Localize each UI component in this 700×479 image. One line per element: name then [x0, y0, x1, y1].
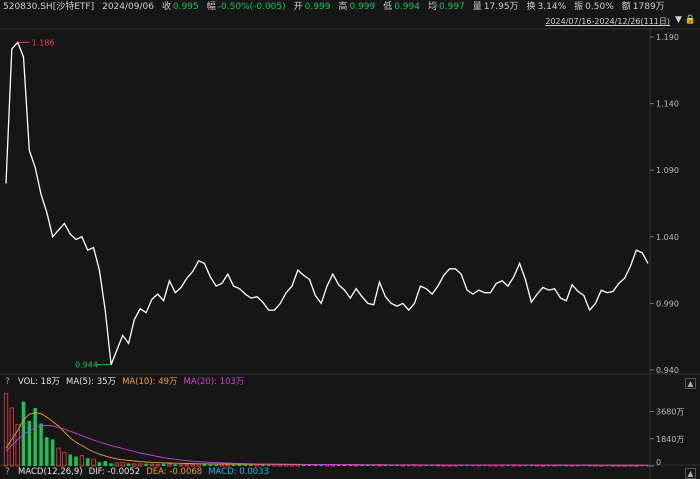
y-tick-label: 1.190 [656, 33, 679, 42]
volume-bar [27, 420, 32, 466]
volume-bar [45, 437, 49, 466]
expand-icon[interactable]: ▲ [685, 468, 696, 479]
ma10-label: MA(10): 49万 [122, 377, 178, 387]
chart-canvas[interactable]: 1.190 1.140 1.090 1.040 0.990 0.940 1.186 0.944… [0, 0, 700, 479]
help-icon[interactable]: ? [3, 376, 12, 389]
volume-bar [33, 407, 37, 466]
ma5-label: MA(5): 35万 [65, 377, 117, 387]
y-tick-label: 1.090 [656, 166, 679, 175]
volume-bar [50, 439, 55, 466]
vol-label: VOL: 18万 [18, 377, 60, 387]
macd-value-label: MACD: 0.0033 [208, 467, 269, 477]
macd-legend-bar: ? MACD(12,26,9) DIF: -0.0052 DEA: -0.006… [0, 466, 700, 479]
volume-legend-bar: ? VOL: 18万 MA(5): 35万 MA(10): 49万 MA(20)… [0, 376, 700, 389]
min-label: 0.944 [75, 361, 98, 370]
y-tick-label: 0.940 [656, 366, 679, 375]
max-label: 1.186 [32, 38, 55, 47]
y-tick-label: 1.140 [656, 100, 679, 109]
volume-bar [62, 452, 67, 467]
volume-bar [3, 393, 9, 467]
y-tick-label: 3680万 [656, 408, 684, 417]
dea-label: DEA: -0.0068 [146, 467, 203, 477]
volume-bar [85, 458, 90, 466]
volume-bar [74, 456, 78, 466]
volume-ma-line [5, 412, 648, 466]
macd-params-label: MACD(12,26,9) [18, 467, 83, 477]
ma20-label: MA(20): 103万 [183, 377, 245, 387]
price-line [5, 41, 649, 365]
volume-bar [56, 447, 61, 467]
y-tick-label: 1.040 [656, 233, 679, 242]
y-tick-label: 1840万 [656, 435, 684, 444]
y-tick-label: 0.990 [656, 299, 679, 308]
dif-label: DIF: -0.0052 [88, 467, 141, 477]
volume-bar [39, 423, 43, 466]
volume-bar [79, 455, 85, 467]
expand-icon[interactable]: ▲ [685, 378, 696, 389]
help-icon[interactable]: ? [3, 466, 12, 479]
volume-ma-line [5, 424, 649, 466]
volume-bar [68, 454, 72, 466]
